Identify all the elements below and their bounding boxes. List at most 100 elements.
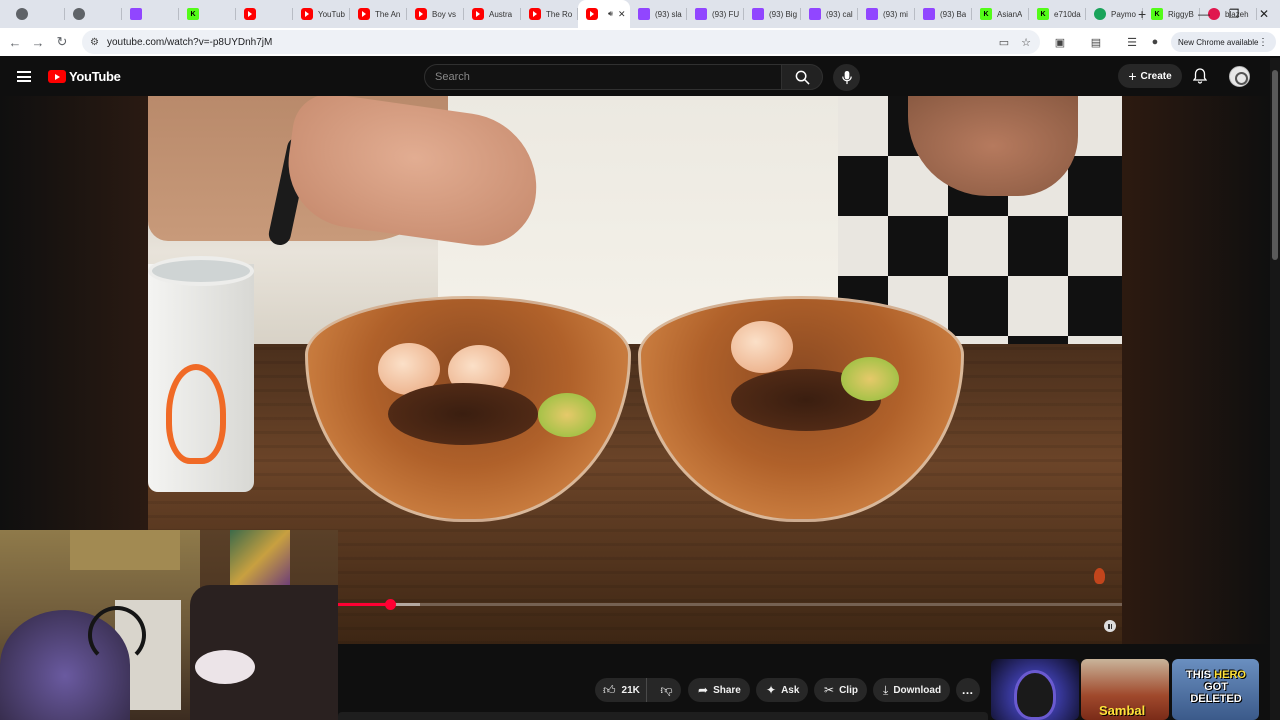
scrubber-handle[interactable] [384, 599, 396, 610]
browser-tab[interactable] [122, 0, 179, 28]
site-info-icon[interactable]: ⚙ [90, 37, 99, 48]
browser-tab[interactable]: (93) sla [630, 0, 687, 28]
create-button[interactable]: + Create [1118, 64, 1182, 88]
browser-tab[interactable]: K AsianA [972, 0, 1029, 28]
shredded-beef [388, 383, 538, 445]
browser-tab[interactable]: The An [350, 0, 407, 28]
suggested-video-thumbnail[interactable]: Sambal [1081, 659, 1169, 720]
kick-icon: K [1037, 8, 1049, 20]
autoplay-toggle[interactable] [1100, 616, 1120, 636]
clip-label: Clip [839, 684, 858, 696]
new-chrome-available-button[interactable]: New Chrome available ⋮ [1171, 32, 1276, 52]
browser-tab[interactable]: Paymo [1086, 0, 1143, 28]
clip-button[interactable]: ✂ Clip [814, 678, 867, 702]
more-actions-button[interactable]: … [956, 678, 980, 702]
progress-played [338, 603, 390, 606]
lime-slice [538, 393, 596, 437]
media-controls-icon[interactable]: ☰ [1124, 34, 1140, 50]
browser-tab[interactable] [8, 0, 65, 28]
browser-tab[interactable]: (93) FU [687, 0, 744, 28]
channel-watermark[interactable] [1094, 568, 1105, 584]
youtube-masthead: YouTube + Create [0, 58, 1270, 96]
kick-icon: K [1151, 8, 1163, 20]
browser-tab[interactable]: Boy vs [407, 0, 464, 28]
browser-tab[interactable]: Ke710da [1029, 0, 1086, 28]
forward-button[interactable]: → [26, 30, 50, 54]
browser-toolbar: ← → ↻ ⚙ youtube.com/watch?v=-p8UYDnh7jM … [0, 28, 1280, 56]
thumbnail-caption: Sambal [1099, 703, 1146, 718]
new-chrome-label: New Chrome available [1178, 37, 1259, 47]
browser-tab[interactable]: (93) cal [801, 0, 858, 28]
tab-title: The Ro [546, 9, 573, 19]
tab-title: e710da [1054, 9, 1081, 19]
youtube-logo-text: YouTube [69, 69, 121, 84]
maximize-button[interactable]: ❐ [1219, 0, 1249, 28]
tab-title: (93) FU [712, 9, 740, 19]
tab-title: Austra [489, 9, 513, 19]
caption-part: GOT DELETED [1190, 681, 1242, 705]
search-button[interactable] [781, 64, 823, 90]
browser-tab[interactable]: 🔊︎ ✕ [578, 0, 630, 28]
headset [88, 606, 146, 664]
speaker-icon[interactable]: 🔊︎ [608, 9, 613, 19]
minimize-button[interactable]: — [1189, 0, 1219, 28]
title-area-edge [338, 712, 988, 720]
create-label: Create [1140, 70, 1172, 82]
browser-tab[interactable]: Austra [464, 0, 521, 28]
bookmark-star-icon[interactable]: ☆ [1018, 34, 1034, 50]
page-scrollbar[interactable] [1270, 58, 1280, 720]
voice-search-button[interactable] [833, 64, 860, 91]
install-app-icon[interactable]: ▭ [996, 34, 1012, 50]
url-text: youtube.com/watch?v=-p8UYDnh7jM [106, 36, 273, 48]
tab-title: The An [375, 9, 401, 19]
tab-title: (93) sla [655, 9, 682, 19]
mug-rim [148, 256, 254, 286]
scrollbar-thumb[interactable] [1272, 70, 1278, 260]
extensions-icon[interactable]: ▣ [1052, 34, 1068, 50]
browser-tab[interactable]: The Ro [521, 0, 578, 28]
caption-part: THIS [1186, 669, 1215, 681]
share-label: Share [713, 684, 741, 696]
ask-button[interactable]: ✦ Ask [756, 678, 808, 702]
download-icon: ⤓ [883, 682, 889, 697]
browser-tab[interactable] [65, 0, 122, 28]
like-button[interactable]: 👍︎ 21K [595, 678, 648, 702]
share-button[interactable]: ➦ Share [688, 678, 750, 702]
browser-tab[interactable]: YouTub [293, 0, 350, 28]
suggested-video-thumbnail[interactable] [991, 659, 1079, 720]
browser-tab[interactable] [236, 0, 293, 28]
caption-highlight: HERO [1214, 669, 1246, 681]
back-button[interactable]: ← [3, 30, 27, 54]
browser-tab[interactable]: (93) Ba [915, 0, 972, 28]
account-avatar[interactable] [1229, 66, 1250, 87]
browser-tab[interactable]: (93) Big [744, 0, 801, 28]
twitch-icon [130, 8, 142, 20]
tab-search-icon[interactable]: ▤ [1088, 34, 1104, 50]
youtube-logo[interactable]: YouTube [48, 69, 121, 84]
notifications-button[interactable] [1191, 67, 1209, 85]
close-window-button[interactable]: ✕ [1249, 0, 1279, 28]
search-input[interactable] [435, 71, 781, 83]
menu-icon[interactable] [17, 71, 31, 82]
close-tab-icon[interactable]: ✕ [618, 9, 626, 20]
dislike-button[interactable]: 👎︎ [652, 683, 681, 698]
webcam-poster [230, 530, 290, 588]
suggested-video-thumbnail[interactable]: THIS HERO GOT DELETED [1172, 659, 1259, 720]
download-button[interactable]: ⤓ Download [873, 678, 950, 702]
youtube-play-icon [48, 70, 66, 83]
browser-tab-strip: K YouTub The An Boy vs Austra The Ro 🔊︎ ✕ (93) s… [0, 0, 1280, 28]
twitch-icon [638, 8, 650, 20]
reload-button[interactable]: ↻ [50, 30, 74, 54]
ambient-glow-right [1122, 96, 1270, 644]
ask-label: Ask [781, 684, 800, 696]
bell-icon [1193, 68, 1207, 84]
more-vert-icon[interactable]: ⋮ [1258, 37, 1268, 48]
browser-tab[interactable]: K [179, 0, 236, 28]
new-tab-button[interactable]: + [1138, 6, 1146, 22]
search-icon [795, 70, 810, 85]
profile-icon[interactable]: ● [1147, 34, 1163, 50]
progress-bar[interactable] [338, 599, 1122, 610]
browser-tab[interactable]: (93) mi [858, 0, 915, 28]
webcam-overlay [0, 530, 338, 720]
address-bar[interactable]: ⚙ youtube.com/watch?v=-p8UYDnh7jM [82, 30, 1040, 54]
